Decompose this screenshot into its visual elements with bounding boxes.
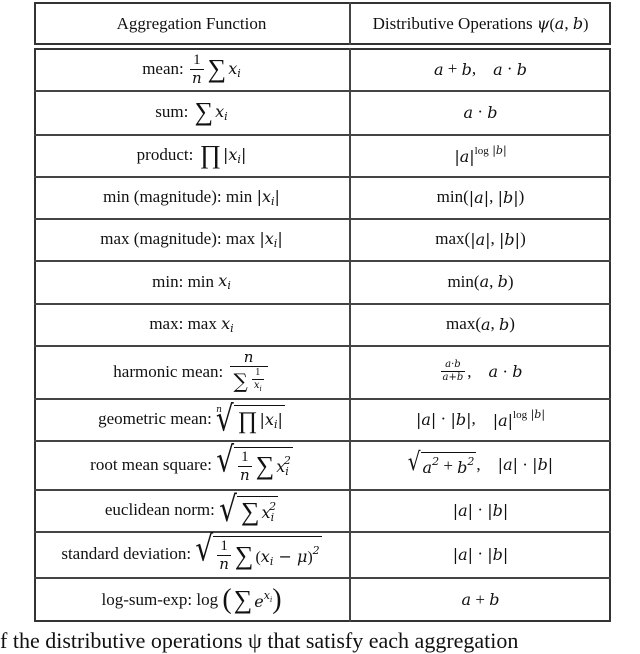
table-row-root-mean-square-function: root mean square: √ 1 n ∑ xi2 [90, 438, 293, 484]
table-row-geometric-mean-ops: |a| · |b|, |a|log |b| [415, 408, 546, 430]
table-row-max-function: max: max xi [149, 313, 234, 335]
function-label: sum: [155, 102, 189, 121]
table-row-max-magnitude-function: max (magnitude): max |xi| [100, 228, 283, 250]
table-row-euclidean-norm-ops: |a| · |b| [452, 500, 509, 520]
table-row-product-ops: |a|log |b| [454, 144, 507, 166]
function-label: geometric mean: [98, 409, 212, 428]
formula-fraction: 1n [190, 51, 204, 87]
table-row-max-ops: max(a, b) [446, 314, 515, 334]
table-row-mean-ops: a + b, a · b [433, 59, 528, 79]
table-row-root-mean-square-ops: √ a2 + b2, |a| · |b| [407, 446, 554, 477]
function-label: max: [149, 314, 184, 333]
function-label: min (magnitude): [103, 187, 222, 206]
table-row-min-magnitude-function: min (magnitude): min |xi| [103, 186, 280, 208]
function-label: standard deviation: [61, 544, 192, 563]
table-row-euclidean-norm-function: euclidean norm: √ ∑ xi2 [104, 488, 279, 530]
table-row-sum-function: sum: ∑ xi [155, 97, 228, 126]
table-row-min-ops: min(a, b) [447, 271, 514, 292]
header-aggregation-function: Aggregation Function [34, 2, 349, 45]
function-label: product: [136, 145, 194, 164]
table-row-geometric-mean-function: geometric mean: n √ ∏ |xi| [98, 397, 285, 439]
function-label: min: [152, 271, 184, 291]
table-row-max-magnitude-ops: max(|a|, |b|) [435, 229, 526, 249]
function-label: log-sum-exp: [101, 589, 193, 609]
table-row-sum-ops: a · b [463, 102, 498, 122]
table-row-harmonic-mean-ops: a·b a+b, a · b [440, 359, 523, 383]
header-distributive-operations: Distributive Operations ψ(a, b) [372, 13, 589, 33]
table-row-min-magnitude-ops: min(|a|, |b|) [436, 187, 525, 207]
function-label: max (magnitude): [100, 229, 222, 248]
table-row-standard-deviation-ops: |a| · |b| [452, 544, 509, 564]
table-row-log-sum-exp-function: log-sum-exp: log (∑ exi) [101, 583, 282, 615]
table-row-log-sum-exp-ops: a + b [461, 589, 500, 610]
function-label: harmonic mean: [113, 361, 224, 381]
table-row-product-function: product: ∏ |xi| [136, 140, 247, 169]
table-row-standard-deviation-function: standard deviation: √ 1 n ∑ (xi − μ)2 [61, 527, 322, 573]
table-row-min-function: min: min xi [152, 271, 231, 292]
function-label: root mean square: [90, 454, 212, 474]
function-label: euclidean norm: [104, 500, 215, 519]
function-label: mean: [142, 59, 184, 78]
header-label: Aggregation Function [116, 13, 267, 33]
table-row-mean-function: mean: 1 n ∑ xi [142, 51, 241, 87]
table-caption: f the distributive operations ψ that sat… [0, 628, 519, 653]
table-row-harmonic-mean-function: harmonic mean: n ∑ 1 xi [34, 345, 349, 398]
